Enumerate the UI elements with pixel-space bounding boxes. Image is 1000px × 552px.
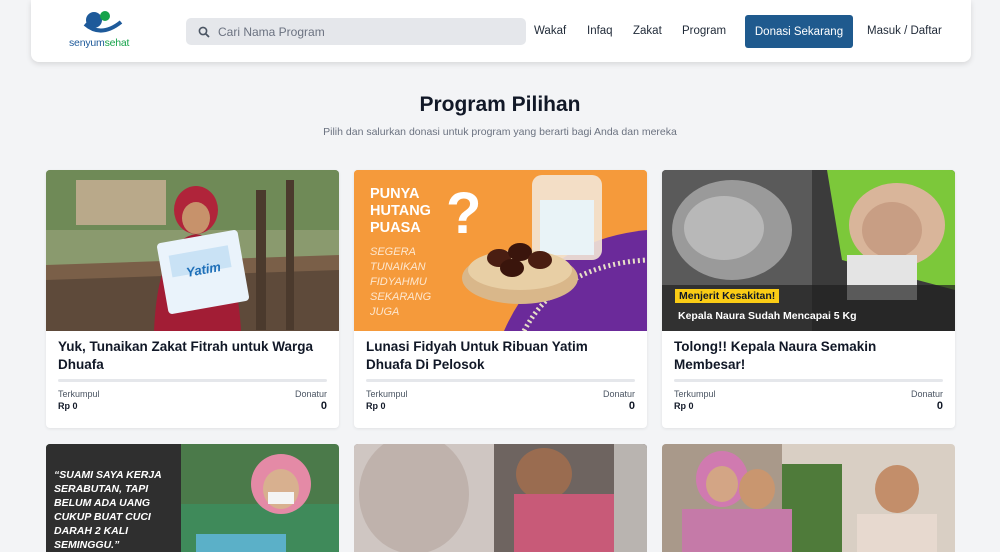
program-image xyxy=(662,444,955,552)
donate-now-button[interactable]: Donasi Sekarang xyxy=(745,15,853,48)
program-card-naura[interactable]: Menjerit Kesakitan! Kepala Naura Sudah M… xyxy=(662,170,955,428)
donor-label: Donatur xyxy=(910,389,943,399)
donor-label: Donatur xyxy=(294,389,327,399)
nav-link-program[interactable]: Program xyxy=(682,25,726,37)
program-card-dialysis[interactable]: “SUAMI SAYA KERJA SERABUTAN, TAPI BELUM … xyxy=(46,444,339,552)
program-image: PUNYA HUTANG PUASA ? SEGERA TUNAIKAN FID… xyxy=(354,170,647,331)
logo-text: senyumsehat xyxy=(69,37,130,49)
nav-link-wakaf[interactable]: Wakaf xyxy=(534,25,566,37)
progress-bar xyxy=(366,379,635,382)
nav-link-infaq[interactable]: Infaq xyxy=(587,25,613,37)
search-bar[interactable] xyxy=(186,18,526,45)
program-title: Lunasi Fidyah Untuk Ribuan Yatim Dhuafa … xyxy=(366,339,588,372)
donor-value: 0 xyxy=(936,400,943,412)
donor-value: 0 xyxy=(628,400,635,412)
program-image: Menjerit Kesakitan! Kepala Naura Sudah M… xyxy=(662,170,955,331)
top-navbar: senyumsehat Wakaf Infaq Zakat Program Do… xyxy=(31,0,971,62)
collected-value: Rp 0 xyxy=(366,401,386,411)
program-card-orphan-kids[interactable] xyxy=(662,444,955,552)
donor-value: 0 xyxy=(320,400,327,412)
nav-link-zakat[interactable]: Zakat xyxy=(633,25,662,37)
collected-label: Terkumpul xyxy=(674,389,716,399)
search-icon xyxy=(198,26,210,38)
logo-icon xyxy=(83,11,123,33)
program-image: Yatim xyxy=(46,170,339,331)
collected-value: Rp 0 xyxy=(58,401,78,411)
program-card-sick-child[interactable] xyxy=(354,444,647,552)
program-card-zakat-fitrah[interactable]: Yatim Yuk, Tunaikan Zakat Fitrah untuk W… xyxy=(46,170,339,428)
login-register-link[interactable]: Masuk / Daftar xyxy=(867,25,942,37)
section-subtitle: Pilih dan salurkan donasi untuk program … xyxy=(323,126,677,138)
progress-bar xyxy=(674,379,943,382)
search-input[interactable] xyxy=(218,24,518,39)
brand-logo[interactable]: senyumsehat xyxy=(69,10,139,50)
section-title: Program Pilihan xyxy=(419,93,581,116)
program-title: Tolong!! Kepala Naura Semakin Membesar! xyxy=(674,339,877,372)
program-card-fidyah[interactable]: PUNYA HUTANG PUASA ? SEGERA TUNAIKAN FID… xyxy=(354,170,647,428)
collected-label: Terkumpul xyxy=(58,389,100,399)
program-title: Yuk, Tunaikan Zakat Fitrah untuk Warga D… xyxy=(58,339,314,372)
question-mark: ? xyxy=(446,181,482,246)
image-heading: PUNYA HUTANG PUASA xyxy=(370,186,431,236)
image-tag: Menjerit Kesakitan! xyxy=(675,289,780,303)
donor-label: Donatur xyxy=(602,389,635,399)
progress-bar xyxy=(58,379,327,382)
image-subtext: SEGERA TUNAIKAN FIDYAHMU SEKARANG JUGA xyxy=(370,246,432,318)
collected-label: Terkumpul xyxy=(366,389,408,399)
program-image xyxy=(354,444,647,552)
collected-value: Rp 0 xyxy=(674,401,694,411)
image-caption: Kepala Naura Sudah Mencapai 5 Kg xyxy=(678,310,857,322)
quote-text: “SUAMI SAYA KERJA SERABUTAN, TAPI BELUM … xyxy=(54,469,162,551)
